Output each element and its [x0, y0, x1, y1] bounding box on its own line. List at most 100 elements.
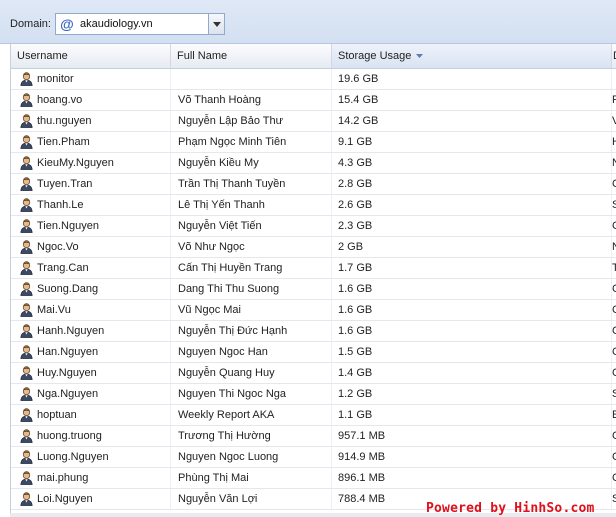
full-name-cell: Võ Thanh Hoàng: [171, 90, 332, 110]
table-row[interactable]: KieuMy.Nguyen Nguyễn Kiều My4.3 GBN: [11, 153, 616, 174]
storage-usage-cell: 914.9 MB: [332, 447, 612, 467]
full-name-cell: Nguyễn Thị Đức Hạnh: [171, 321, 332, 341]
storage-usage-cell: 1.6 GB: [332, 300, 612, 320]
username-cell: KieuMy.Nguyen: [11, 153, 171, 173]
table-row[interactable]: huong.truong Trương Thị Hường957.1 MBC: [11, 426, 616, 447]
column-header-extra[interactable]: D: [612, 44, 616, 68]
user-icon: [20, 408, 33, 422]
domain-select[interactable]: @ akaudiology.vn: [55, 13, 225, 35]
table-row[interactable]: Ngoc.Vo Võ Như Ngọc2 GBN: [11, 237, 616, 258]
extra-cell: N: [612, 153, 616, 173]
extra-cell: E: [612, 405, 616, 425]
username-cell: thu.nguyen: [11, 111, 171, 131]
username-text: Han.Nguyen: [37, 346, 99, 358]
username-text: thu.nguyen: [37, 115, 92, 127]
user-icon: [20, 492, 33, 506]
username-text: Ngoc.Vo: [37, 241, 79, 253]
extra-cell: V: [612, 111, 616, 131]
extra-cell: [612, 69, 616, 89]
username-text: monitor: [37, 73, 74, 85]
full-name-cell: Cấn Thị Huyền Trang: [171, 258, 332, 278]
full-name-cell: Nguyen Ngoc Han: [171, 342, 332, 362]
extra-cell: C: [612, 300, 616, 320]
storage-usage-cell: 1.5 GB: [332, 342, 612, 362]
user-icon: [20, 471, 33, 485]
username-text: Nga.Nguyen: [37, 388, 99, 400]
full-name-cell: Nguyễn Việt Tiến: [171, 216, 332, 236]
table-row[interactable]: hoptuan Weekly Report AKA1.1 GBE: [11, 405, 616, 426]
table-row[interactable]: Nga.Nguyen Nguyen Thi Ngoc Nga1.2 GBS: [11, 384, 616, 405]
username-cell: monitor: [11, 69, 171, 89]
user-icon: [20, 240, 33, 254]
column-header-username-label: Username: [17, 50, 68, 62]
column-header-storage-usage[interactable]: Storage Usage: [332, 44, 612, 68]
extra-cell: C: [612, 216, 616, 236]
username-cell: Trang.Can: [11, 258, 171, 278]
storage-usage-cell: 896.1 MB: [332, 468, 612, 488]
table-row[interactable]: Trang.Can Cấn Thị Huyền Trang1.7 GBT: [11, 258, 616, 279]
username-cell: Luong.Nguyen: [11, 447, 171, 467]
domain-label: Domain:: [10, 18, 51, 30]
table-row[interactable]: Tien.Pham Phạm Ngọc Minh Tiên9.1 GBH: [11, 132, 616, 153]
column-header-full-name[interactable]: Full Name: [171, 44, 332, 68]
table-row[interactable]: monitor 19.6 GB: [11, 69, 616, 90]
full-name-cell: Nguyễn Lập Bảo Thư: [171, 111, 332, 131]
username-cell: Suong.Dang: [11, 279, 171, 299]
username-text: Tien.Nguyen: [37, 220, 99, 232]
watermark: Powered by HinhSo.com: [426, 501, 595, 516]
user-icon: [20, 72, 33, 86]
full-name-cell: Phùng Thị Mai: [171, 468, 332, 488]
domain-value: akaudiology.vn: [80, 18, 153, 30]
user-icon: [20, 198, 33, 212]
username-text: Thanh.Le: [37, 199, 84, 211]
full-name-cell: Nguyễn Kiều My: [171, 153, 332, 173]
extra-cell: S: [612, 489, 616, 509]
extra-cell: C: [612, 342, 616, 362]
table-row[interactable]: Tuyen.Tran Trần Thị Thanh Tuyền2.8 GBC: [11, 174, 616, 195]
table-row[interactable]: Suong.Dang Dang Thi Thu Suong1.6 GBC: [11, 279, 616, 300]
user-icon: [20, 93, 33, 107]
full-name-cell: Vũ Ngọc Mai: [171, 300, 332, 320]
username-text: Hanh.Nguyen: [37, 325, 105, 337]
table-row[interactable]: Mai.Vu Vũ Ngọc Mai1.6 GBC: [11, 300, 616, 321]
extra-cell: C: [612, 426, 616, 446]
storage-usage-cell: 1.6 GB: [332, 279, 612, 299]
column-header-full-name-label: Full Name: [177, 50, 228, 62]
username-text: mai.phung: [37, 472, 89, 484]
extra-cell: C: [612, 447, 616, 467]
grid-header: Username Full Name Storage Usage D: [11, 44, 616, 69]
table-row[interactable]: Hanh.Nguyen Nguyễn Thị Đức Hạnh1.6 GBC: [11, 321, 616, 342]
full-name-cell: [171, 69, 332, 89]
username-cell: Thanh.Le: [11, 195, 171, 215]
domain-dropdown-button[interactable]: [208, 13, 225, 35]
username-text: KieuMy.Nguyen: [37, 157, 114, 169]
user-icon: [20, 429, 33, 443]
table-row[interactable]: Tien.Nguyen Nguyễn Việt Tiến2.3 GBC: [11, 216, 616, 237]
full-name-cell: Trần Thị Thanh Tuyền: [171, 174, 332, 194]
column-header-username[interactable]: Username: [11, 44, 171, 68]
toolbar: Domain: @ akaudiology.vn: [0, 0, 616, 44]
full-name-cell: Trương Thị Hường: [171, 426, 332, 446]
user-icon: [20, 303, 33, 317]
storage-usage-cell: 2.3 GB: [332, 216, 612, 236]
table-row[interactable]: Huy.Nguyen Nguyễn Quang Huy1.4 GBC: [11, 363, 616, 384]
username-cell: huong.truong: [11, 426, 171, 446]
username-cell: Nga.Nguyen: [11, 384, 171, 404]
full-name-cell: Lê Thị Yến Thanh: [171, 195, 332, 215]
username-cell: Tien.Nguyen: [11, 216, 171, 236]
user-icon: [20, 156, 33, 170]
full-name-cell: Nguyen Thi Ngoc Nga: [171, 384, 332, 404]
username-text: Trang.Can: [37, 262, 89, 274]
table-row[interactable]: Luong.Nguyen Nguyen Ngoc Luong914.9 MBC: [11, 447, 616, 468]
table-row[interactable]: mai.phung Phùng Thị Mai896.1 MBC: [11, 468, 616, 489]
extra-cell: S: [612, 195, 616, 215]
sort-descending-icon: [416, 54, 424, 59]
table-row[interactable]: hoang.vo Võ Thanh Hoàng15.4 GBF: [11, 90, 616, 111]
table-row[interactable]: Thanh.Le Lê Thị Yến Thanh2.6 GBS: [11, 195, 616, 216]
extra-cell: C: [612, 363, 616, 383]
storage-usage-cell: 4.3 GB: [332, 153, 612, 173]
username-cell: Huy.Nguyen: [11, 363, 171, 383]
table-row[interactable]: Han.Nguyen Nguyen Ngoc Han1.5 GBC: [11, 342, 616, 363]
username-text: huong.truong: [37, 430, 102, 442]
table-row[interactable]: thu.nguyen Nguyễn Lập Bảo Thư14.2 GBV: [11, 111, 616, 132]
